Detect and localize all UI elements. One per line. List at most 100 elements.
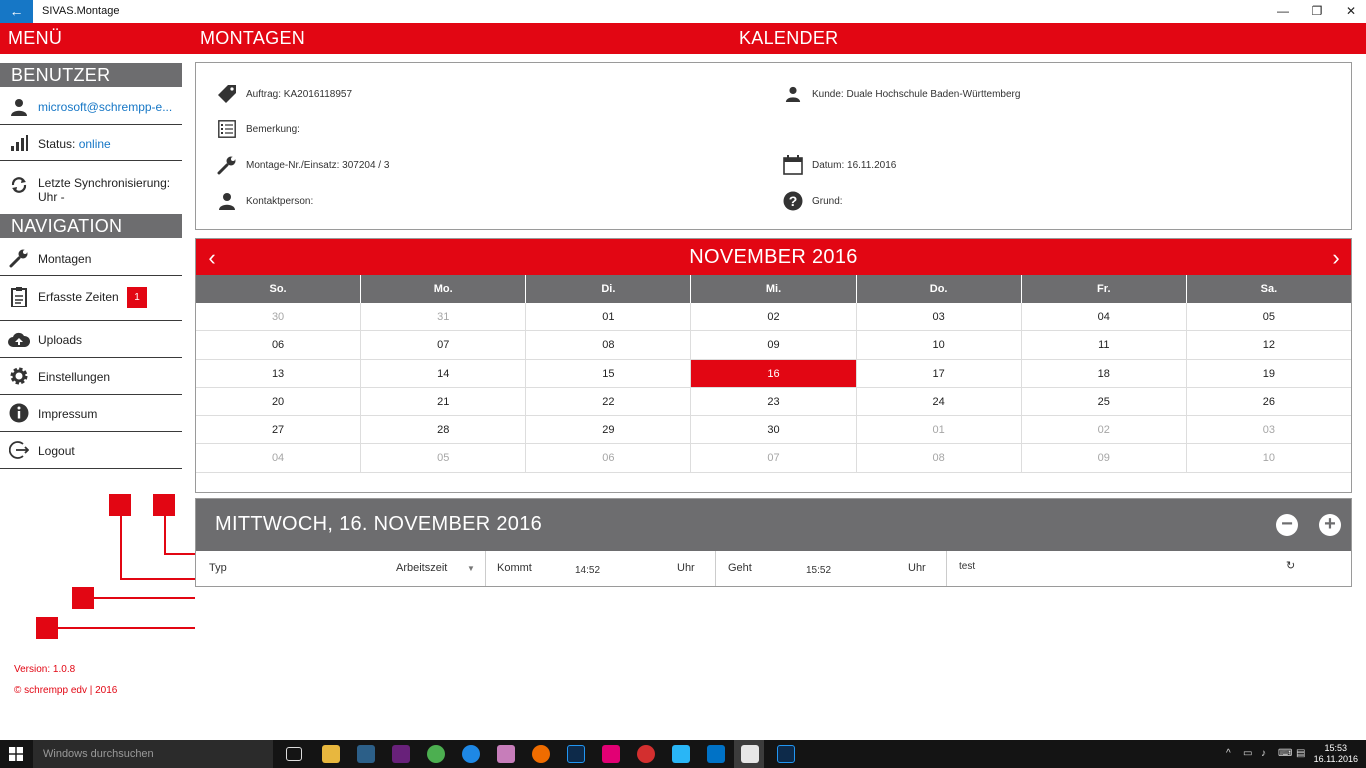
calendar-day[interactable]: 26 [1185,387,1351,416]
calendar-day[interactable]: 05 [1185,303,1351,331]
chrome-icon[interactable] [427,745,445,763]
calendar-day-selected[interactable]: 16 [690,359,856,387]
calendar-day[interactable]: 24 [855,387,1021,416]
firefox-icon[interactable] [532,745,550,763]
calendar-day[interactable]: 30 [690,416,855,444]
kommt-time-input[interactable]: 14:52 [575,553,600,588]
calendar-day[interactable]: 02 [690,303,855,331]
taskbar-search-input[interactable]: Windows durchsuchen [33,740,273,768]
file-explorer-icon[interactable] [322,745,340,763]
calendar-day[interactable]: 08 [855,444,1021,472]
status-row: Status: online [0,126,182,161]
calendar-day[interactable]: 14 [360,359,525,387]
calendar-day[interactable]: 12 [1185,331,1351,359]
nav-item-montagen[interactable]: Montagen [0,240,182,276]
app-icon[interactable] [637,745,655,763]
nav-item-logout[interactable]: Logout [0,432,182,469]
nav-item-einstellungen[interactable]: Einstellungen [0,358,182,395]
calendar-day[interactable]: 02 [1020,416,1186,444]
calendar-day[interactable]: 10 [855,331,1021,359]
info-icon [8,402,30,424]
photoshop-icon[interactable] [777,745,795,763]
nav-item-uploads[interactable]: Uploads [0,321,182,358]
calendar-day[interactable]: 22 [525,387,690,416]
keyboard-icon[interactable]: ⌨ [1278,748,1292,759]
typ-select[interactable]: Arbeitszeit [396,551,447,586]
calendar-day[interactable]: 07 [690,444,855,472]
notifications-icon[interactable]: ▤ [1296,748,1305,759]
calendar-day[interactable]: 04 [196,444,360,471]
calendar-day[interactable]: 19 [1185,359,1351,387]
calendar-week: 20 21 22 23 24 25 26 [196,387,1351,417]
gear-icon [8,365,30,387]
calendar-day[interactable]: 03 [855,303,1021,331]
nav-item-impressum[interactable]: Impressum [0,395,182,432]
restore-button[interactable]: ❐ [1302,2,1332,20]
close-button[interactable]: ✕ [1336,2,1366,20]
calendar-day[interactable]: 06 [196,331,360,358]
calendar-day[interactable]: 09 [1020,444,1186,472]
edge-icon[interactable] [462,745,480,763]
calendar-day[interactable]: 05 [360,444,525,472]
day-title: MITTWOCH, 16. NOVEMBER 2016 [215,513,543,535]
nav-item-erfasste-zeiten[interactable]: Erfasste Zeiten 1 [0,276,182,321]
outlook-icon[interactable] [707,745,725,763]
tray-chevron-icon[interactable]: ^ [1226,748,1231,759]
windows-start-icon[interactable] [9,747,23,766]
weekday-label: Di. [525,275,690,303]
chevron-down-icon[interactable]: ▼ [467,551,475,586]
version-text: Version: 1.0.8 [14,664,76,675]
geht-unit: Uhr [908,562,926,574]
clock[interactable]: 15:53 16.11.2016 [1314,743,1358,765]
network-icon[interactable]: ▭ [1243,748,1252,759]
note-input[interactable]: test [959,549,975,584]
calendar-day[interactable]: 13 [196,360,360,387]
telekom-icon[interactable] [602,745,620,763]
calendar-day[interactable]: 31 [360,303,525,331]
montage-nr-field: Montage-Nr./Einsatz: 307204 / 3 [216,154,389,176]
app-icon[interactable] [357,745,375,763]
calendar-day[interactable]: 25 [1020,387,1186,416]
app-icon[interactable] [497,745,515,763]
volume-icon[interactable]: ♪ [1261,748,1266,759]
minimize-button[interactable]: — [1268,2,1298,20]
task-view-icon[interactable] [286,747,302,761]
calendar-day[interactable]: 27 [196,416,360,443]
sivas-app-icon[interactable] [741,745,759,763]
calendar-week: 06 07 08 09 10 11 12 [196,331,1351,360]
calendar-day[interactable]: 07 [360,331,525,359]
app-title: SIVAS.Montage [42,5,120,17]
calendar-day[interactable]: 08 [525,331,690,359]
calendar-day[interactable]: 01 [855,416,1021,444]
calendar-day[interactable]: 23 [690,387,855,416]
header-bar: MENÜ MONTAGEN KALENDER [0,23,1366,54]
calendar-day[interactable]: 01 [525,303,690,331]
calendar: ‹ NOVEMBER 2016 › So. Mo. Di. Mi. Do. Fr… [195,238,1352,493]
calendar-day[interactable]: 04 [1020,303,1186,331]
calendar-day[interactable]: 09 [690,331,855,359]
calendar-day[interactable]: 30 [196,303,360,330]
calendar-day[interactable]: 21 [360,387,525,416]
calendar-day[interactable]: 20 [196,388,360,415]
calendar-day[interactable]: 29 [525,416,690,444]
calendar-day[interactable]: 10 [1185,444,1351,472]
calendar-day[interactable]: 15 [525,359,690,387]
calendar-day[interactable]: 11 [1020,331,1186,359]
back-button[interactable]: ← [0,0,33,23]
app-icon[interactable] [672,745,690,763]
sync-icon[interactable]: ↻ [1286,549,1295,584]
add-entry-button[interactable]: + [1319,514,1341,536]
calendar-day[interactable]: 06 [525,444,690,472]
next-month-button[interactable]: › [1324,245,1348,271]
geht-label: Geht [728,562,752,574]
geht-time-input[interactable]: 15:52 [806,553,831,588]
sidebar: BENUTZER microsoft@schrempp-e... Status:… [0,54,190,740]
photoshop-icon[interactable] [567,745,585,763]
visual-studio-icon[interactable] [392,745,410,763]
calendar-day[interactable]: 03 [1185,416,1351,444]
weekday-label: Fr. [1020,275,1186,303]
calendar-day[interactable]: 28 [360,416,525,444]
calendar-day[interactable]: 17 [855,359,1021,387]
calendar-day[interactable]: 18 [1020,359,1186,387]
remove-entry-button[interactable]: − [1276,514,1298,536]
